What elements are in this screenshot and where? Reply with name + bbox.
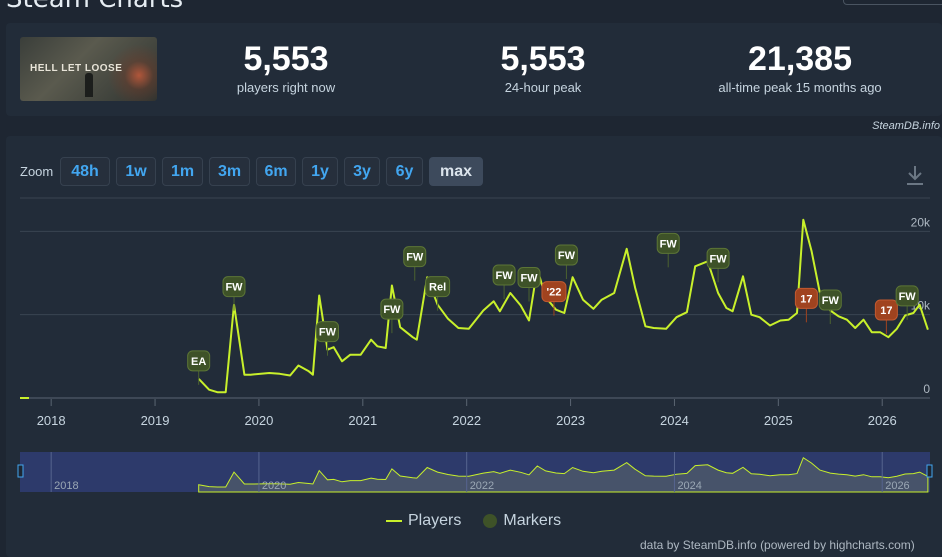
navigator-tick-label: 2024 bbox=[677, 480, 701, 492]
x-axis-tick-label: 2021 bbox=[348, 413, 377, 428]
legend-players-label: Players bbox=[408, 512, 462, 529]
page-title: Steam Charts bbox=[6, 0, 183, 14]
search-button[interactable] bbox=[843, 0, 942, 5]
x-axis-tick-label: 2023 bbox=[556, 413, 585, 428]
event-marker-label: FW bbox=[558, 250, 576, 262]
x-axis-tick-label: 2024 bbox=[660, 413, 689, 428]
legend-marker-swatch bbox=[483, 514, 498, 528]
event-marker-label: FW bbox=[899, 291, 917, 303]
chart-credit[interactable]: data by SteamDB.info (powered by highcha… bbox=[640, 538, 915, 552]
event-marker-label: FW bbox=[383, 304, 401, 316]
x-axis-tick-label: 2026 bbox=[868, 413, 897, 428]
stat-players-now: 5,553 players right now bbox=[206, 40, 366, 95]
player-chart[interactable]: 010k20k2018 2019 2020 2021 2022 2023 2024 2025 2… bbox=[6, 136, 942, 516]
event-marker-label: EA bbox=[191, 356, 206, 368]
event-marker-label: FW bbox=[406, 252, 424, 264]
x-axis-tick-label: 2018 bbox=[37, 413, 66, 428]
stat-value: 5,553 bbox=[500, 40, 586, 78]
stat-label: all-time peak 15 months ago bbox=[718, 80, 882, 95]
navigator-handle-right[interactable] bbox=[926, 464, 933, 478]
navigator-tick-label: 2026 bbox=[885, 480, 909, 492]
event-marker-label: 17 bbox=[880, 305, 892, 317]
navigator-tick-label: 2020 bbox=[262, 480, 286, 492]
navigator-handle-left[interactable] bbox=[17, 464, 24, 478]
chart-panel: Zoom 48h 1w 1m 3m 6m 1y 3y 6y max 0 10k 20… bbox=[6, 136, 942, 557]
stat-label: 24-hour peak bbox=[504, 80, 582, 95]
stat-label: players right now bbox=[236, 80, 336, 95]
stat-value: 21,385 bbox=[748, 40, 852, 78]
event-marker-label: Rel bbox=[429, 282, 446, 294]
y-axis-tick-label: 20k bbox=[911, 215, 931, 229]
event-marker-label: FW bbox=[496, 270, 514, 282]
y-axis-tick-label: 0 bbox=[923, 382, 930, 396]
x-axis-tick-label: 2019 bbox=[141, 413, 170, 428]
stat-value: 5,553 bbox=[243, 40, 329, 78]
event-marker-label: '22 bbox=[547, 287, 562, 299]
game-logo: HELL LET LOOSE bbox=[30, 63, 123, 74]
x-axis-tick-label: 2020 bbox=[244, 413, 273, 428]
event-marker-label: FW bbox=[822, 295, 840, 307]
event-marker-label: 17 bbox=[800, 293, 812, 305]
stats-panel: HELL LET LOOSE 5,553 players right now 5… bbox=[6, 23, 942, 116]
legend-players[interactable]: Players bbox=[386, 512, 461, 530]
game-header-image[interactable]: HELL LET LOOSE bbox=[20, 37, 157, 101]
navigator-tick-label: 2022 bbox=[470, 480, 494, 492]
legend-markers-label: Markers bbox=[503, 512, 562, 529]
stat-all-time-peak: 21,385 all-time peak 15 months ago bbox=[690, 40, 910, 95]
navigator-tick-label: 2018 bbox=[54, 480, 78, 492]
steamdb-credit[interactable]: SteamDB.info bbox=[872, 120, 940, 132]
event-marker-label: FW bbox=[710, 253, 728, 265]
stat-24h-peak: 5,553 24-hour peak bbox=[463, 40, 623, 95]
legend-line-swatch bbox=[386, 520, 402, 522]
x-axis-tick-label: 2025 bbox=[764, 413, 793, 428]
event-marker-label: FW bbox=[319, 327, 337, 339]
x-axis-tick-label: 2022 bbox=[452, 413, 481, 428]
chart-legend: Players Markers bbox=[386, 512, 561, 530]
event-marker-label: FW bbox=[520, 273, 538, 285]
event-marker-label: FW bbox=[660, 238, 678, 250]
legend-markers[interactable]: Markers bbox=[483, 512, 561, 530]
event-marker-label: FW bbox=[225, 282, 243, 294]
soldier-graphic bbox=[85, 73, 93, 97]
